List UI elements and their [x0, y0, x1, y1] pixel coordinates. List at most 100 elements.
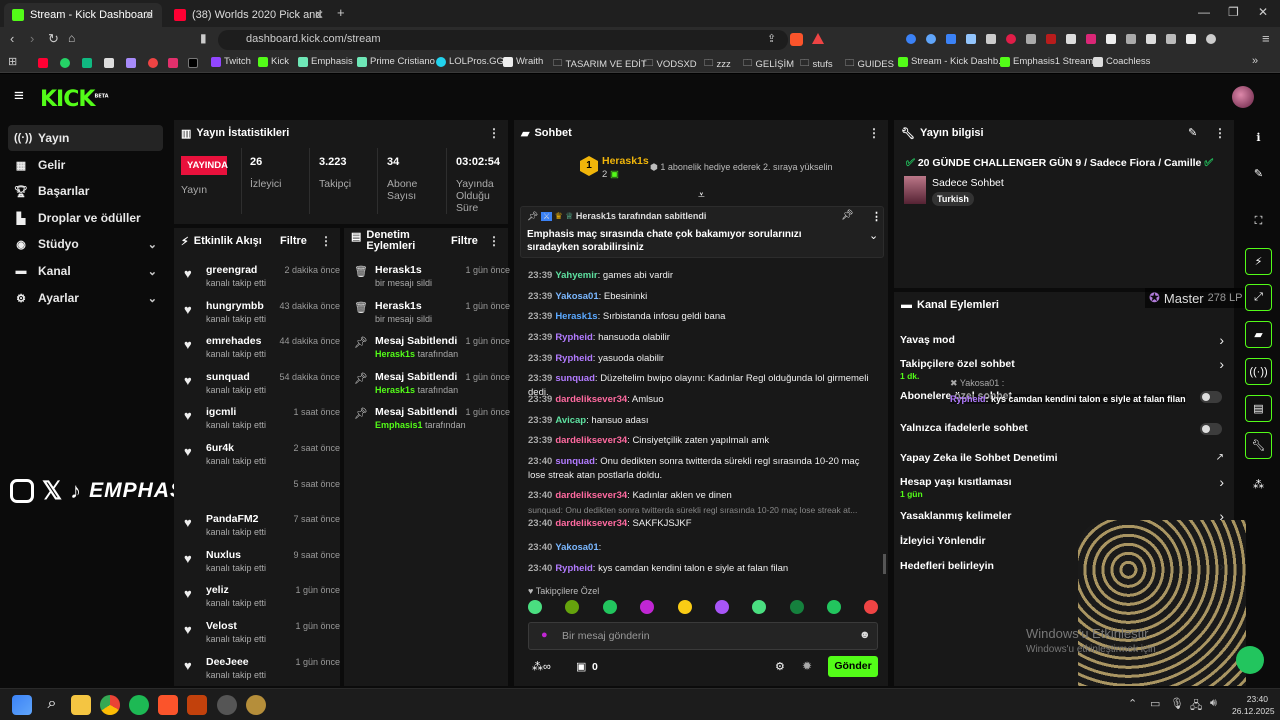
league-client-icon[interactable]	[246, 695, 266, 715]
emote-icon[interactable]	[528, 600, 542, 614]
bookmark-prime-cristiano[interactable]: Prime Cristiano	[357, 56, 435, 67]
mic-icon[interactable]: ●	[541, 629, 548, 641]
bookmark-twitch[interactable]: Twitch	[211, 56, 251, 67]
expand-icon[interactable]: ⛶	[1245, 208, 1272, 235]
event-username[interactable]: DeeJeee	[206, 656, 249, 668]
expand-icon[interactable]: ⤢	[1245, 284, 1272, 311]
moderator-name[interactable]: Emphasis1	[375, 420, 423, 430]
emote-combo-icon[interactable]: ⁂	[1245, 471, 1272, 498]
extension-icon[interactable]	[1046, 34, 1056, 44]
home-icon[interactable]: ⌂	[68, 31, 75, 45]
moderation-row[interactable]: 📌︎ Mesaj Sabitlendi Emphasis1 tarafından 1 …	[354, 406, 510, 440]
category-thumbnail[interactable]	[904, 176, 926, 204]
extension-icon[interactable]	[1106, 34, 1116, 44]
channel-action-row[interactable]: Takipçilere özel sohbet 1 dk. ›	[894, 356, 1234, 382]
message-username[interactable]: sunquad	[555, 456, 595, 467]
send-button[interactable]: Gönder	[828, 656, 878, 677]
browser-menu-icon[interactable]: ≡	[1262, 31, 1270, 46]
emote-icon[interactable]	[678, 600, 692, 614]
rewards-icon[interactable]	[812, 33, 824, 44]
bookmark-folder-gelisim[interactable]: 🗀 GELİŞİM	[743, 56, 794, 72]
moderation-row[interactable]: 📌︎ Mesaj Sabitlendi Herask1s tarafından 1 g…	[354, 371, 510, 405]
message-username[interactable]: Yahyemir	[555, 270, 597, 281]
chevron-down-icon[interactable]: ⌄	[869, 229, 878, 242]
bookmark-kick[interactable]: Kick	[258, 56, 289, 67]
event-row[interactable]: ♥ sunquad kanalı takip etti 54 dakika önce	[184, 371, 340, 403]
message-username[interactable]: Yakosa01	[555, 542, 598, 553]
message-username[interactable]: dardeliksever34	[555, 490, 627, 501]
extension-icon[interactable]	[1006, 34, 1016, 44]
event-username[interactable]: Nuxlus	[206, 549, 241, 561]
channel-action-row[interactable]: Yalnızca ifadelerle sohbet	[894, 422, 1234, 446]
event-row[interactable]: ♥ igcmli kanalı takip etti 1 saat önce	[184, 406, 340, 438]
bookmark-instagram-icon[interactable]	[168, 58, 178, 68]
event-row[interactable]: 5 saat önce	[184, 478, 340, 510]
lightning-icon[interactable]: ⚡︎	[1245, 248, 1272, 275]
extension-icon[interactable]	[1126, 34, 1136, 44]
message-username[interactable]: Herask1s	[555, 311, 597, 322]
emote-icon[interactable]	[603, 600, 617, 614]
sidebar-item-kanal[interactable]: ▬ Kanal ⌄	[8, 258, 163, 284]
extension-icon[interactable]	[926, 34, 936, 44]
bookmark-wraith[interactable]: Wraith	[503, 56, 543, 67]
filter-button[interactable]: Filtre	[280, 235, 307, 247]
minimize-icon[interactable]: —	[1198, 5, 1210, 19]
message-username[interactable]: Avicap	[555, 415, 586, 426]
message-username[interactable]: dardeliksever34	[555, 518, 627, 529]
bookmark-coachless[interactable]: Coachless	[1093, 56, 1150, 67]
moderator-name[interactable]: Herask1s	[375, 385, 415, 395]
bookmark-folder-stufs[interactable]: 🗀 stufs	[800, 56, 833, 72]
chat-icon[interactable]: ▰	[1245, 321, 1272, 348]
channel-action-row[interactable]: Yapay Zeka ile Sohbet Denetimi ↗	[894, 452, 1234, 476]
extension-icon[interactable]	[946, 34, 956, 44]
avatar[interactable]	[1232, 86, 1254, 108]
more-options-icon[interactable]: ⋮	[320, 234, 332, 248]
forward-icon[interactable]: ›	[30, 31, 34, 46]
event-row[interactable]: ♥ PandaFM2 kanalı takip etti 7 saat önce	[184, 513, 340, 545]
bookmark-emphasis-stream[interactable]: Emphasis1 Stream	[1000, 56, 1093, 67]
extension-icon[interactable]	[1146, 34, 1156, 44]
emote-icon[interactable]	[715, 600, 729, 614]
bookmark-tiktok-icon[interactable]	[188, 58, 198, 68]
wrench-icon[interactable]: 🔧︎	[1245, 432, 1272, 459]
moderation-row[interactable]: 📌︎ Mesaj Sabitlendi Herask1s tarafından 1 g…	[354, 335, 510, 369]
bookmark-icon[interactable]: ▮	[200, 31, 207, 45]
bookmark-folder-vodsxd[interactable]: 🗀 VODSXD	[644, 56, 697, 72]
window-close-icon[interactable]: ✕	[1258, 5, 1268, 19]
extension-icon[interactable]	[1026, 34, 1036, 44]
message-username[interactable]: dardeliksever34	[555, 435, 627, 446]
toggle-switch[interactable]	[1200, 423, 1222, 435]
message-username[interactable]: Yakosa01	[555, 291, 598, 302]
extension-icon[interactable]	[1166, 34, 1176, 44]
emote-combo-icon[interactable]: ⁂∞	[532, 660, 551, 673]
sidebar-item-studyo[interactable]: ◉ Stüdyo ⌄	[8, 231, 163, 257]
network-icon[interactable]: 🖧︎	[1190, 697, 1202, 716]
bookmark-folder-guides[interactable]: 🗀 GUIDES	[845, 56, 894, 72]
chat-scrollbar[interactable]	[883, 554, 886, 574]
apps-grid-icon[interactable]: ⊞	[8, 55, 17, 68]
extension-icon[interactable]	[906, 34, 916, 44]
event-username[interactable]: Velost	[206, 620, 237, 632]
toggle-switch[interactable]	[1200, 391, 1222, 403]
extension-icon[interactable]	[1066, 34, 1076, 44]
message-username[interactable]: dardeliksever34	[555, 394, 627, 405]
message-username[interactable]: sunquad	[555, 373, 595, 384]
more-options-icon[interactable]: ⋮	[488, 234, 500, 248]
event-username[interactable]: igcmli	[206, 406, 236, 418]
extension-icon[interactable]	[1086, 34, 1096, 44]
emote-icon[interactable]	[640, 600, 654, 614]
bookmark-kick-dashboard[interactable]: Stream - Kick Dashb...	[898, 56, 1006, 67]
moderator-name[interactable]: Herask1s	[375, 349, 415, 359]
event-username[interactable]: yeliz	[206, 584, 229, 596]
bookmark-folder-tasarim[interactable]: 🗀 TASARIM VE EDİT	[553, 56, 647, 72]
badge-settings-icon[interactable]: ✹	[802, 659, 812, 673]
volume-icon[interactable]: 🔊︎	[1210, 697, 1217, 710]
event-row[interactable]: ♥ Velost kanalı takip etti 1 gün önce	[184, 620, 340, 652]
bookmark-icon[interactable]	[104, 58, 114, 68]
channel-action-row[interactable]: Hesap yaşı kısıtlaması 1 gün ›	[894, 474, 1234, 500]
browser-tab-active[interactable]: Stream - Kick Dashboard ✕	[4, 3, 162, 27]
event-row[interactable]: ♥ hungrymbb kanalı takip etti 43 dakika önc…	[184, 300, 340, 332]
message-username[interactable]: Rypheid	[555, 332, 592, 343]
close-tab-icon[interactable]: ✕	[144, 8, 154, 22]
bookmark-whatsapp-icon[interactable]	[60, 58, 70, 68]
